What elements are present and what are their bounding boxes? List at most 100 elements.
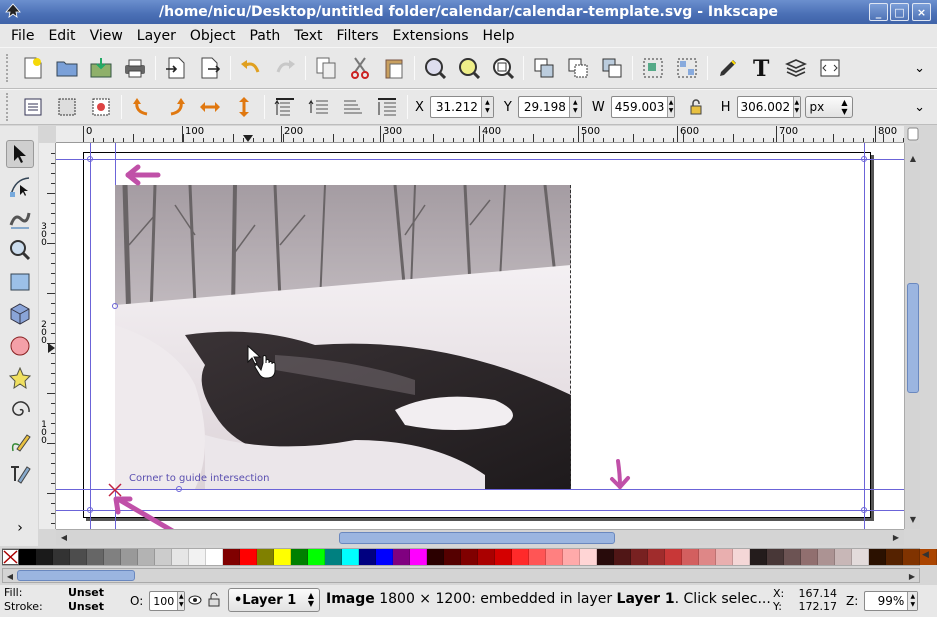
menu-filters[interactable]: Filters: [330, 28, 386, 44]
color-swatch[interactable]: [750, 549, 767, 565]
menu-text[interactable]: Text: [287, 28, 329, 44]
open-icon[interactable]: [54, 55, 80, 81]
toolbar-grip[interactable]: [6, 54, 12, 82]
color-swatch[interactable]: [308, 549, 325, 565]
color-swatch[interactable]: [478, 549, 495, 565]
drawing-canvas[interactable]: Corner to guide intersection: [56, 143, 904, 529]
raise-to-top-icon[interactable]: [272, 94, 298, 120]
lower-to-bottom-icon[interactable]: [374, 94, 400, 120]
color-swatch[interactable]: [767, 549, 784, 565]
palette-menu-icon[interactable]: ◀: [922, 550, 929, 560]
color-swatch[interactable]: [274, 549, 291, 565]
lock-proportions-icon[interactable]: [683, 94, 709, 120]
menu-edit[interactable]: Edit: [41, 28, 82, 44]
color-swatch[interactable]: [903, 549, 920, 565]
no-paint-swatch[interactable]: [2, 549, 19, 565]
selection-midpoint-icon[interactable]: [175, 485, 183, 493]
opacity-field[interactable]: 100 ▲ ▼: [149, 591, 186, 611]
vertical-scrollbar[interactable]: ▲ ▼: [904, 143, 920, 529]
h-value[interactable]: 306.002: [738, 100, 794, 114]
export-icon[interactable]: [197, 55, 223, 81]
h-field[interactable]: 306.002 ▲ ▼: [736, 96, 801, 118]
menu-help[interactable]: Help: [476, 28, 522, 44]
w-spin-arrows-icon[interactable]: ▲ ▼: [667, 97, 674, 117]
toolbar-overflow-icon[interactable]: ⌄: [914, 61, 925, 76]
copy-icon[interactable]: [313, 55, 339, 81]
color-swatch[interactable]: [444, 549, 461, 565]
color-swatch[interactable]: [104, 549, 121, 565]
fill-stroke-indicator[interactable]: Fill: Unset Stroke: Unset: [4, 586, 104, 614]
winter-river-image[interactable]: [115, 185, 571, 489]
select-all-icon[interactable]: [20, 94, 46, 120]
redo-icon[interactable]: [272, 55, 298, 81]
raise-icon[interactable]: [306, 94, 332, 120]
unlink-clone-icon[interactable]: [599, 55, 625, 81]
guide-horizontal[interactable]: [56, 489, 904, 490]
color-swatch[interactable]: [257, 549, 274, 565]
lower-icon[interactable]: [340, 94, 366, 120]
color-swatch[interactable]: [563, 549, 580, 565]
color-swatch[interactable]: [716, 549, 733, 565]
vertical-ruler[interactable]: 300 200 100: [39, 143, 56, 529]
w-value[interactable]: 459.003: [612, 100, 668, 114]
unit-select[interactable]: px ▲ ▼: [804, 96, 853, 118]
color-swatch[interactable]: [19, 549, 36, 565]
color-swatch[interactable]: [240, 549, 257, 565]
guide-horizontal[interactable]: [56, 510, 904, 511]
color-swatch[interactable]: [36, 549, 53, 565]
zoom-page-icon[interactable]: [490, 55, 516, 81]
save-icon[interactable]: [88, 55, 114, 81]
deselect-icon[interactable]: [88, 94, 114, 120]
scroll-left-icon[interactable]: ◀: [57, 530, 71, 544]
print-icon[interactable]: [122, 55, 148, 81]
color-swatch[interactable]: [852, 549, 869, 565]
zoom-spin-icon[interactable]: ▲ ▼: [907, 592, 918, 610]
zoom-drawing-icon[interactable]: [456, 55, 482, 81]
cut-icon[interactable]: [347, 55, 373, 81]
color-swatch[interactable]: [631, 549, 648, 565]
palette-scrollbar[interactable]: ◀ ▶: [2, 568, 920, 583]
color-swatch[interactable]: [699, 549, 716, 565]
color-swatch[interactable]: [461, 549, 478, 565]
layer-select[interactable]: •Layer 1 ▲ ▼: [228, 588, 320, 612]
duplicate-icon[interactable]: [531, 55, 557, 81]
color-swatch[interactable]: [733, 549, 750, 565]
y-field[interactable]: 29.198 ▲ ▼: [517, 96, 582, 118]
spiral-tool-icon[interactable]: [6, 396, 34, 424]
menu-file[interactable]: File: [4, 28, 41, 44]
color-swatch[interactable]: [614, 549, 631, 565]
flip-horizontal-icon[interactable]: [197, 94, 223, 120]
selection-corner-icon[interactable]: [86, 155, 94, 163]
color-swatch[interactable]: [206, 549, 223, 565]
x-value[interactable]: 31.212: [431, 100, 481, 114]
color-swatch[interactable]: [512, 549, 529, 565]
color-swatch[interactable]: [376, 549, 393, 565]
selector-tool-icon[interactable]: [6, 140, 34, 168]
w-field[interactable]: 459.003 ▲ ▼: [610, 96, 675, 118]
visibility-eye-icon[interactable]: [188, 593, 202, 607]
text-font-icon[interactable]: T: [749, 55, 775, 81]
color-swatch[interactable]: [886, 549, 903, 565]
import-icon[interactable]: [163, 55, 189, 81]
palette-scroll-thumb[interactable]: [17, 570, 135, 581]
pencil-tool-icon[interactable]: [6, 428, 34, 456]
color-swatch[interactable]: [427, 549, 444, 565]
group-icon[interactable]: [640, 55, 666, 81]
horizontal-scroll-thumb[interactable]: [339, 532, 615, 544]
selection-corner-icon[interactable]: [86, 506, 94, 514]
xml-editor-icon[interactable]: [817, 55, 843, 81]
select-all-layers-icon[interactable]: [54, 94, 80, 120]
y-spin-arrows-icon[interactable]: ▲ ▼: [568, 97, 581, 117]
scroll-right-icon[interactable]: ▶: [889, 530, 903, 544]
color-swatch[interactable]: [648, 549, 665, 565]
color-swatch[interactable]: [223, 549, 240, 565]
menu-layer[interactable]: Layer: [130, 28, 183, 44]
color-swatch[interactable]: [597, 549, 614, 565]
selection-corner-icon[interactable]: [860, 155, 868, 163]
color-swatch[interactable]: [835, 549, 852, 565]
tweak-tool-icon[interactable]: [6, 204, 34, 232]
color-swatch[interactable]: [155, 549, 172, 565]
palette-scroll-left-icon[interactable]: ◀: [3, 569, 17, 583]
color-swatch[interactable]: [495, 549, 512, 565]
fill-stroke-icon[interactable]: [715, 55, 741, 81]
